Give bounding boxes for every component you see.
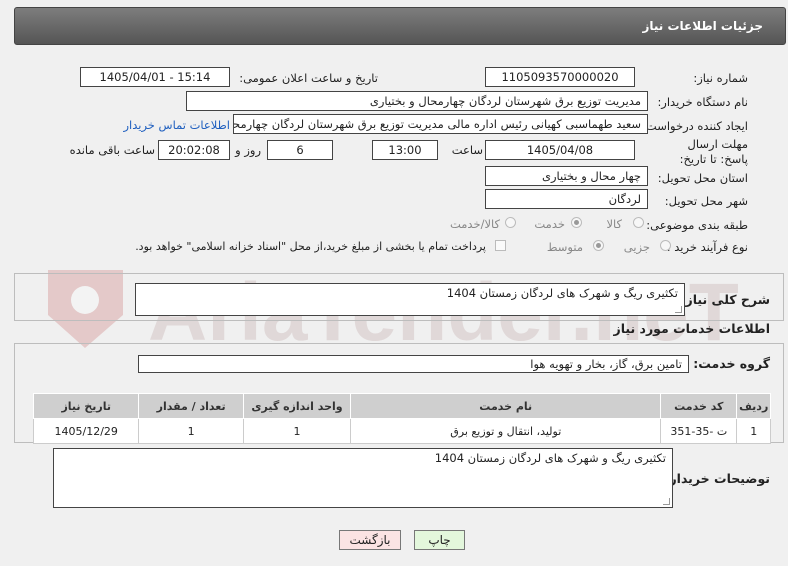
page-header: جزئیات اطلاعات نیاز xyxy=(14,7,786,45)
deadline-date-field: 1405/04/08 xyxy=(485,140,635,160)
process-radio-medium[interactable] xyxy=(593,240,604,251)
city-field: لردگان xyxy=(485,189,648,209)
treasury-checkbox[interactable] xyxy=(495,240,506,251)
page-title: جزئیات اطلاعات نیاز xyxy=(642,19,763,33)
cell-date: 1405/12/29 xyxy=(32,418,140,444)
province-field: چهار محال و بختیاری xyxy=(485,166,648,186)
remaining-time-field: 20:02:08 xyxy=(158,140,230,160)
process-option-minor: جزیی xyxy=(623,240,650,254)
service-group-field: تامین برق، گاز، بخار و تهویه هوا xyxy=(138,355,689,373)
table-row: 1 ت -35-351 تولید، انتقال و توزیع برق 1 … xyxy=(32,418,771,444)
process-label: نوع فرآیند خرید : xyxy=(666,240,748,254)
cell-code: ت -35-351 xyxy=(660,418,738,444)
category-option-service: خدمت xyxy=(534,217,565,231)
creator-field: سعید طهماسبی کهیانی رئیس اداره مالی مدیر… xyxy=(233,114,648,134)
category-radio-goods-service[interactable] xyxy=(505,217,516,228)
col-name: نام خدمت xyxy=(350,393,662,419)
buyer-field: مدیریت توزیع برق شهرستان لردگان چهارمحال… xyxy=(186,91,648,111)
print-button[interactable]: چاپ xyxy=(414,530,465,550)
payment-text: پرداخت تمام یا بخشی از مبلغ خرید،از محل … xyxy=(135,240,486,253)
summary-text: تکثیری ریگ و شهرک های لردگان زمستان 1404 xyxy=(446,286,678,300)
summary-label: شرح کلی نیاز: xyxy=(680,292,770,307)
process-option-medium: متوسط xyxy=(546,240,583,254)
category-option-goods-service: کالا/خدمت xyxy=(449,217,500,231)
announce-label: تاریخ و ساعت اعلان عمومی: xyxy=(239,71,378,85)
col-qty: تعداد / مقدار xyxy=(138,393,244,419)
col-unit: واحد اندازه گیری xyxy=(242,393,352,419)
days-label: روز و xyxy=(235,143,261,157)
process-radio-minor[interactable] xyxy=(660,240,671,251)
deadline-time-label: ساعت xyxy=(451,143,483,157)
service-group-label: گروه خدمت: xyxy=(693,356,770,371)
city-label: شهر محل تحویل: xyxy=(664,194,748,208)
province-label: استان محل تحویل: xyxy=(657,171,748,185)
deadline-label: مهلت ارسال پاسخ: تا تاریخ: xyxy=(679,137,748,166)
creator-label: ایجاد کننده درخواست: xyxy=(642,119,748,133)
need-number-field: 1105093570000020 xyxy=(485,67,635,87)
cell-name: تولید، انتقال و توزیع برق xyxy=(350,418,662,444)
services-table: ردیف کد خدمت نام خدمت واحد اندازه گیری ت… xyxy=(32,393,771,444)
col-code: کد خدمت xyxy=(660,393,738,419)
need-number-label: شماره نیاز: xyxy=(693,71,748,85)
category-radio-service[interactable] xyxy=(571,217,582,228)
resize-handle-icon[interactable] xyxy=(675,306,682,313)
col-date: تاریخ نیاز xyxy=(32,393,140,419)
deadline-time-field: 13:00 xyxy=(372,140,438,160)
category-label: طبقه بندی موضوعی: xyxy=(646,218,748,232)
buyer-contact-link[interactable]: اطلاعات تماس خریدار xyxy=(123,118,230,132)
cell-unit: 1 xyxy=(242,418,352,444)
days-field: 6 xyxy=(267,140,333,160)
category-option-goods: کالا xyxy=(606,217,622,231)
col-row: ردیف xyxy=(736,393,771,419)
cell-row: 1 xyxy=(736,418,771,444)
category-radio-goods[interactable] xyxy=(633,217,644,228)
resize-handle-icon[interactable] xyxy=(663,498,670,505)
cell-qty: 1 xyxy=(138,418,244,444)
buyer-notes-text: تکثیری ریگ و شهرک های لردگان زمستان 1404 xyxy=(434,451,666,465)
services-section-title: اطلاعات خدمات مورد نیاز xyxy=(613,321,771,336)
buyer-notes-label: توضیحات خریدار: xyxy=(664,471,770,486)
buyer-label: نام دستگاه خریدار: xyxy=(657,95,748,109)
remaining-label: ساعت باقی مانده xyxy=(69,143,155,157)
buyer-notes-field[interactable]: تکثیری ریگ و شهرک های لردگان زمستان 1404 xyxy=(53,448,673,508)
announce-field: 1405/04/01 - 15:14 xyxy=(80,67,230,87)
back-button[interactable]: بازگشت xyxy=(339,530,401,550)
table-header-row: ردیف کد خدمت نام خدمت واحد اندازه گیری ت… xyxy=(32,393,771,419)
summary-field: تکثیری ریگ و شهرک های لردگان زمستان 1404 xyxy=(135,283,685,316)
